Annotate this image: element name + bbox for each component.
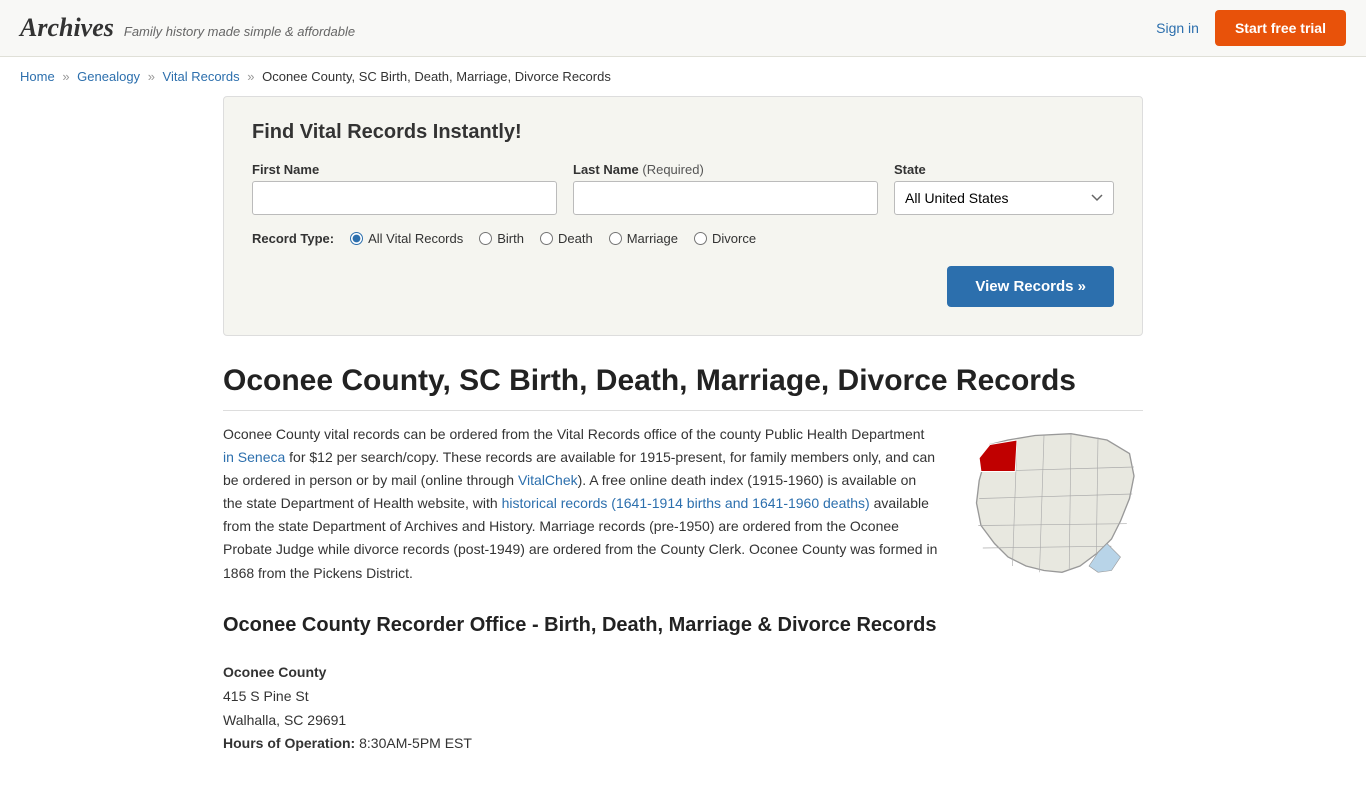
radio-death[interactable]: Death (540, 231, 593, 246)
logo-area: Archives Family history made simple & af… (20, 13, 355, 43)
first-name-label: First Name (252, 162, 557, 177)
radio-options: All Vital Records Birth Death Marriage D… (350, 231, 756, 246)
site-logo: Archives (20, 13, 114, 43)
logo-tagline: Family history made simple & affordable (124, 24, 355, 39)
radio-all-vital[interactable]: All Vital Records (350, 231, 463, 246)
breadcrumb-home[interactable]: Home (20, 69, 55, 84)
last-name-label: Last Name (Required) (573, 162, 878, 177)
historical-records-link[interactable]: historical records (1641-1914 births and… (502, 495, 870, 511)
radio-death-label: Death (558, 231, 593, 246)
first-name-group: First Name (252, 162, 557, 215)
search-fields: First Name Last Name (Required) State Al… (252, 162, 1114, 215)
state-label: State (894, 162, 1114, 177)
page-title: Oconee County, SC Birth, Death, Marriage… (223, 364, 1143, 411)
office-info: Oconee County 415 S Pine St Walhalla, SC… (223, 661, 1143, 756)
sign-in-link[interactable]: Sign in (1156, 20, 1199, 36)
last-name-input[interactable] (573, 181, 878, 215)
section-heading: Oconee County Recorder Office - Birth, D… (223, 614, 1143, 645)
article-body: Oconee County vital records can be order… (223, 423, 1143, 586)
breadcrumb-vital-records[interactable]: Vital Records (163, 69, 240, 84)
in-seneca-link[interactable]: in Seneca (223, 449, 285, 465)
article-paragraph: Oconee County vital records can be order… (223, 423, 939, 585)
article-text: Oconee County vital records can be order… (223, 423, 939, 586)
site-header: Archives Family history made simple & af… (0, 0, 1366, 57)
search-title: Find Vital Records Instantly! (252, 121, 1114, 144)
last-name-group: Last Name (Required) (573, 162, 878, 215)
search-box: Find Vital Records Instantly! First Name… (223, 96, 1143, 336)
breadcrumb: Home » Genealogy » Vital Records » Ocone… (0, 57, 1366, 96)
radio-marriage-input[interactable] (609, 232, 622, 245)
main-content: Find Vital Records Instantly! First Name… (203, 96, 1163, 796)
radio-divorce-label: Divorce (712, 231, 756, 246)
free-trial-button[interactable]: Start free trial (1215, 10, 1346, 46)
hours-value: 8:30AM-5PM EST (359, 735, 472, 751)
sc-map (963, 423, 1143, 583)
record-type-row: Record Type: All Vital Records Birth Dea… (252, 231, 1114, 246)
hours-row: Hours of Operation: 8:30AM-5PM EST (223, 732, 1143, 756)
radio-death-input[interactable] (540, 232, 553, 245)
first-name-input[interactable] (252, 181, 557, 215)
radio-divorce[interactable]: Divorce (694, 231, 756, 246)
office-name: Oconee County (223, 661, 1143, 685)
breadcrumb-sep-3: » (247, 69, 254, 84)
radio-marriage[interactable]: Marriage (609, 231, 678, 246)
office-address1: 415 S Pine St (223, 685, 1143, 709)
radio-birth[interactable]: Birth (479, 231, 524, 246)
record-type-label: Record Type: (252, 231, 334, 246)
header-actions: Sign in Start free trial (1156, 10, 1346, 46)
view-records-button[interactable]: View Records » (947, 266, 1114, 307)
radio-birth-input[interactable] (479, 232, 492, 245)
vitalchek-link[interactable]: VitalChek (518, 472, 578, 488)
breadcrumb-current: Oconee County, SC Birth, Death, Marriage… (262, 69, 611, 84)
state-group: State All United States Alabama Alaska A… (894, 162, 1114, 215)
hours-label: Hours of Operation: (223, 735, 355, 751)
radio-all-vital-input[interactable] (350, 232, 363, 245)
logo-text: Archives (20, 13, 114, 42)
state-select[interactable]: All United States Alabama Alaska Arizona… (894, 181, 1114, 215)
search-actions: View Records » (252, 266, 1114, 307)
radio-birth-label: Birth (497, 231, 524, 246)
breadcrumb-sep-2: » (148, 69, 155, 84)
breadcrumb-genealogy[interactable]: Genealogy (77, 69, 140, 84)
radio-divorce-input[interactable] (694, 232, 707, 245)
breadcrumb-sep-1: » (62, 69, 69, 84)
radio-all-vital-label: All Vital Records (368, 231, 463, 246)
office-address2: Walhalla, SC 29691 (223, 709, 1143, 733)
map-container (963, 423, 1143, 586)
radio-marriage-label: Marriage (627, 231, 678, 246)
